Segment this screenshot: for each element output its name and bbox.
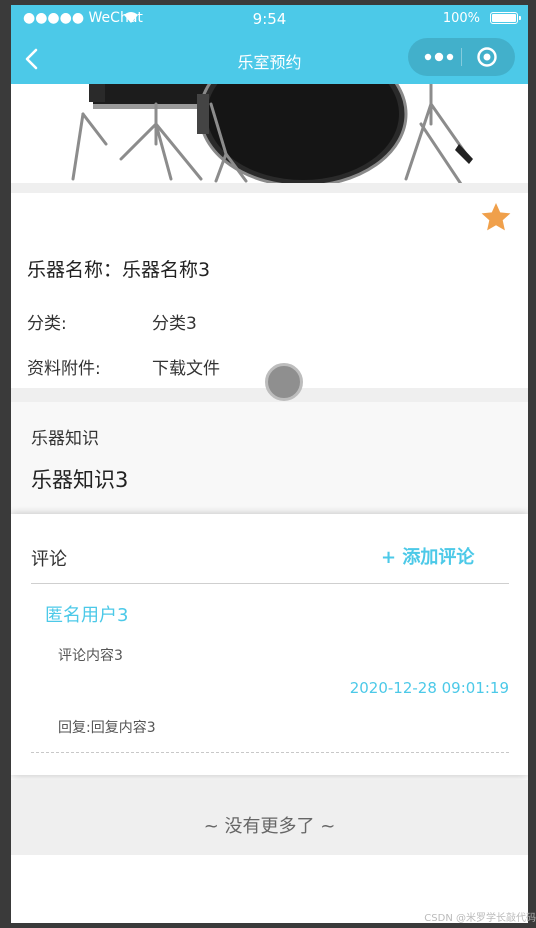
close-miniprogram-icon[interactable]: [470, 38, 508, 76]
instrument-name-value: 乐器名称3: [122, 259, 211, 281]
status-bar: ●●●●● WeChat 9:54 100%: [11, 5, 528, 33]
battery-icon: [490, 12, 521, 24]
instrument-info-card: 乐器名称：乐器名称3 分类: 分类3 资料附件: 下载文件: [11, 193, 528, 388]
comment-reply: 回复:回复内容3: [58, 720, 156, 736]
instrument-name-label: 乐器名称：: [27, 259, 123, 281]
knowledge-section: 乐器知识 乐器知识3: [11, 402, 528, 514]
nav-bar: 乐室预约: [11, 33, 528, 84]
capsule-divider: [461, 48, 462, 66]
instrument-image: [11, 84, 528, 183]
comment-user: 匿名用户3: [45, 605, 129, 626]
knowledge-title: 乐器知识: [31, 429, 99, 449]
comment-content: 评论内容3: [58, 648, 123, 664]
knowledge-content: 乐器知识3: [31, 468, 129, 492]
no-more-footer: ~ 没有更多了 ~: [11, 780, 528, 855]
category-value: 分类3: [152, 314, 197, 334]
comment-separator: [31, 752, 509, 753]
instrument-name: 乐器名称：乐器名称3: [27, 255, 210, 282]
attachment-label: 资料附件:: [27, 359, 101, 379]
miniprogram-capsule: [408, 38, 515, 76]
favorite-star-icon[interactable]: [480, 201, 512, 233]
comment-date: 2020-12-28 09:01:19: [349, 679, 509, 697]
drum-kit-image: [11, 84, 528, 183]
comments-section: 评论 + 添加评论 匿名用户3 评论内容3 2020-12-28 09:01:1…: [11, 514, 528, 775]
no-more-text: ~ 没有更多了 ~: [203, 816, 336, 837]
download-file-link[interactable]: 下载文件: [152, 354, 220, 379]
more-dots-icon[interactable]: [418, 38, 460, 76]
add-comment-button[interactable]: + 添加评论: [381, 543, 474, 569]
watermark-text: CSDN @米罗学长敲代码: [424, 913, 536, 924]
category-label: 分类:: [27, 314, 67, 334]
comments-title: 评论: [31, 549, 67, 570]
battery-percent: 100%: [442, 11, 480, 26]
section-gap: [11, 183, 528, 193]
comments-divider: [31, 583, 509, 584]
touch-indicator: [265, 363, 303, 401]
app-frame: ●●●●● WeChat 9:54 100% 乐室预约 乐器名称：乐器名称3 分…: [11, 5, 528, 923]
